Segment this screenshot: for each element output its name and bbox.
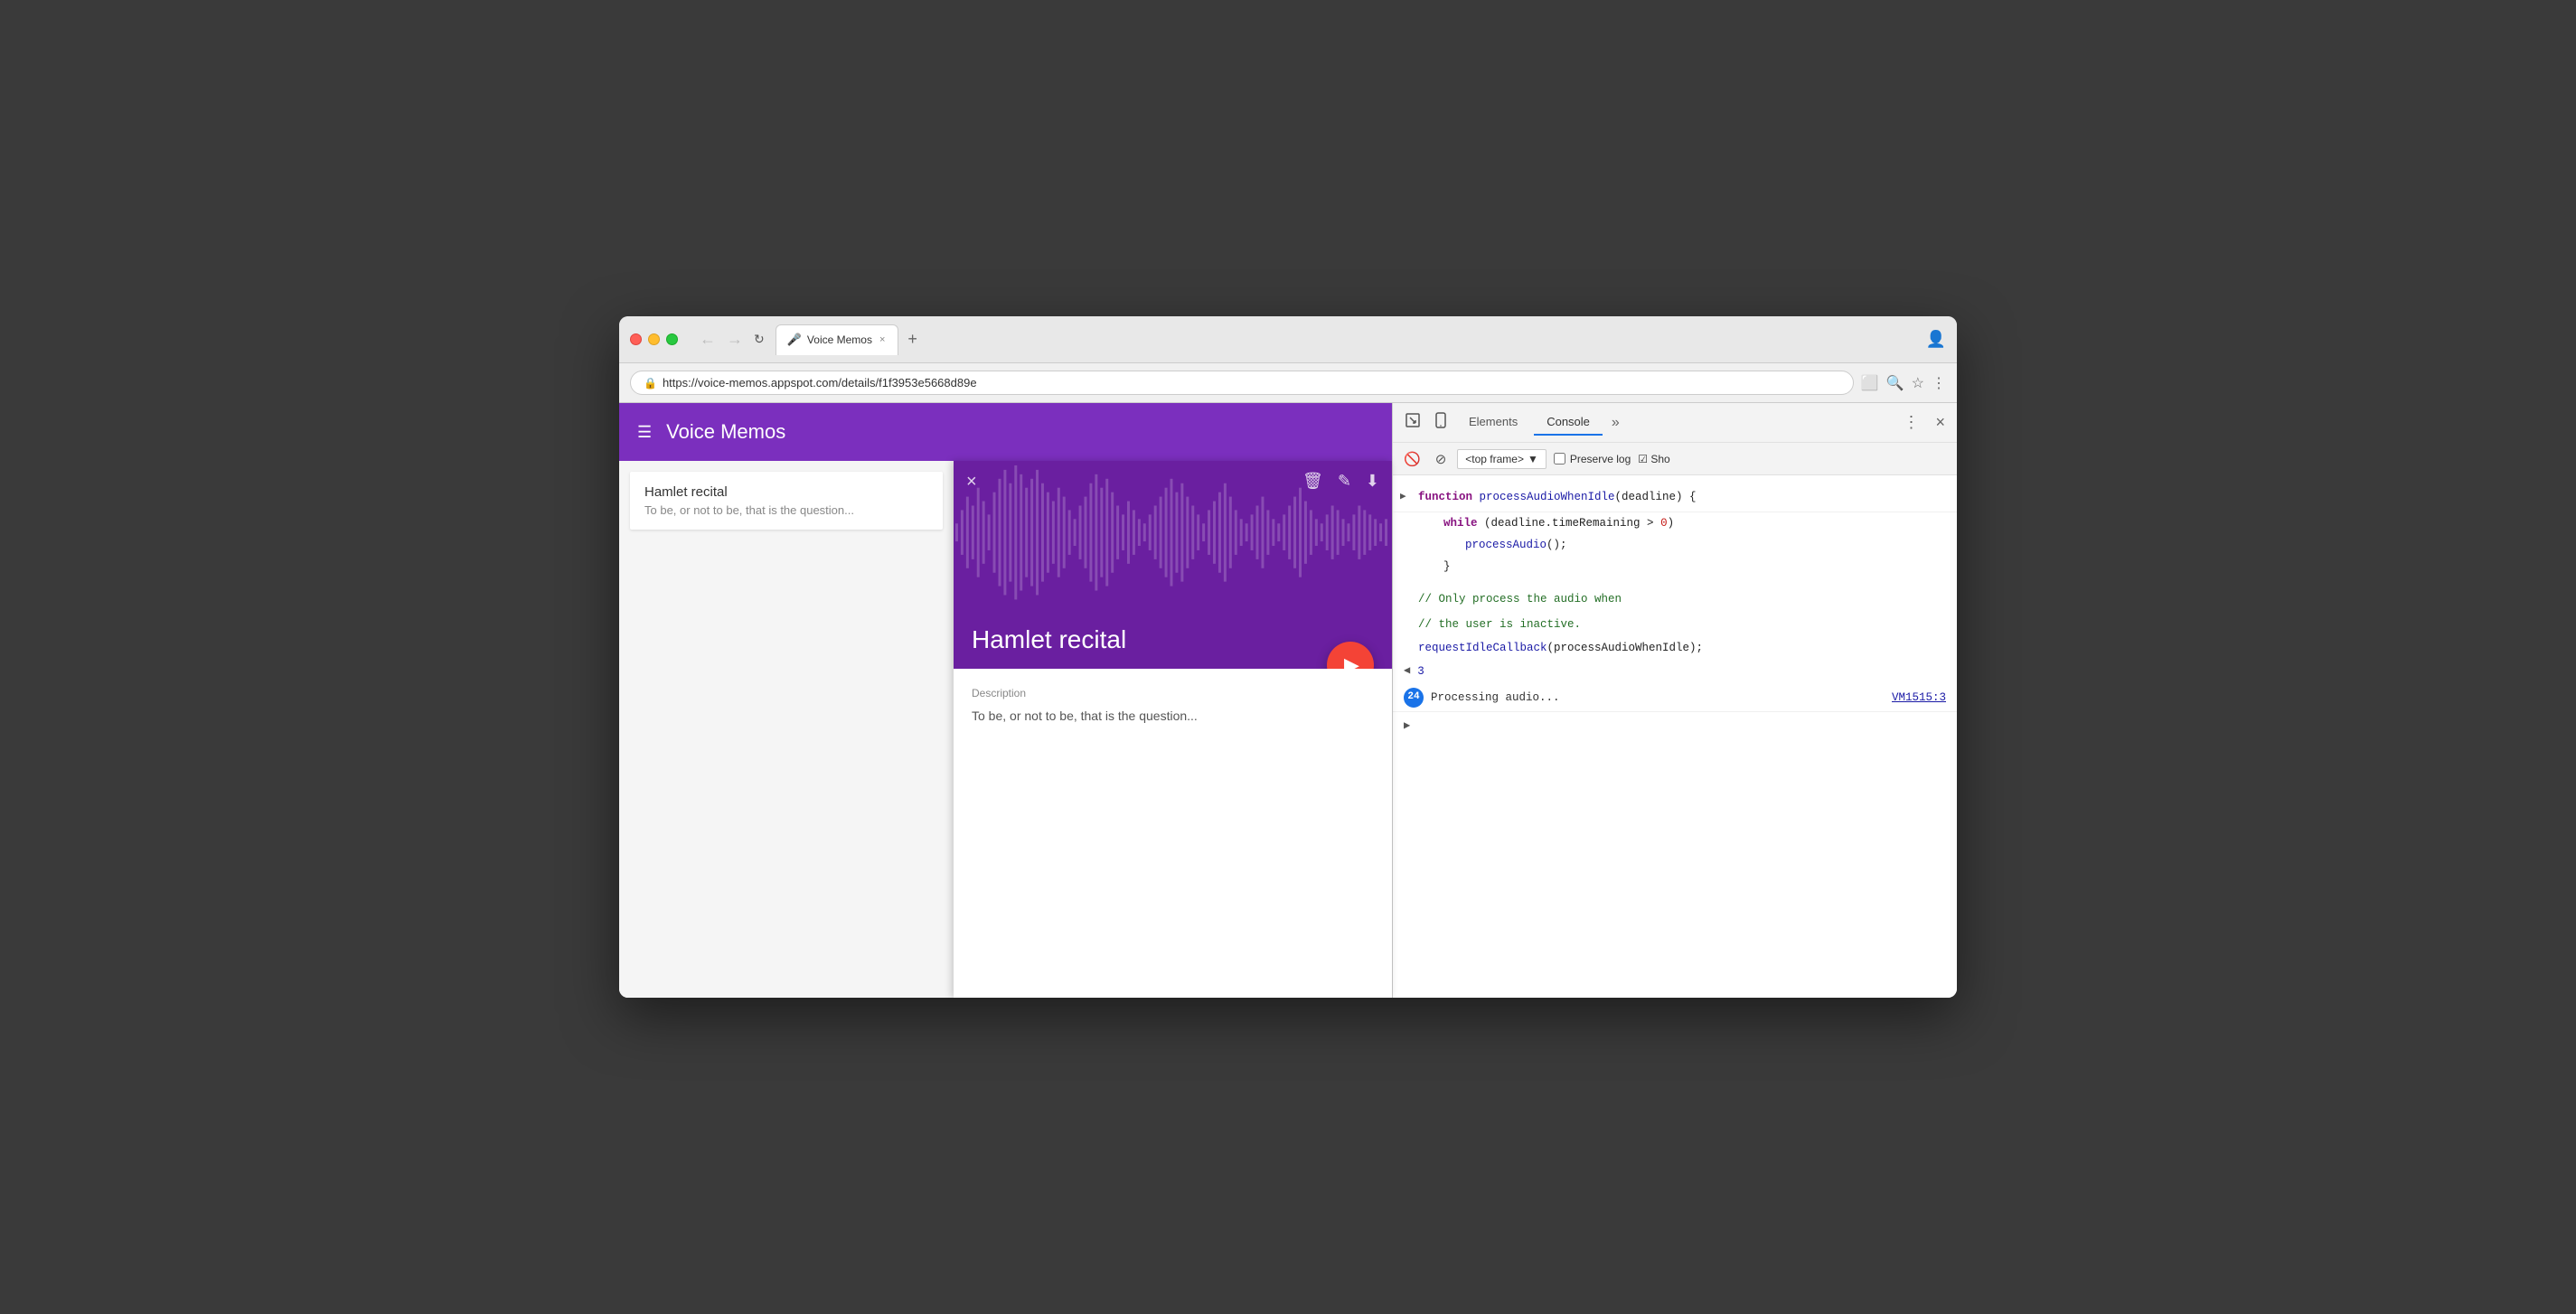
description-label: Description xyxy=(972,687,1374,699)
process-audio-call: processAudio xyxy=(1465,539,1547,551)
result-arrow-icon: ◀ xyxy=(1404,662,1410,680)
console-output: ▶ function processAudioWhenIdle(deadline… xyxy=(1393,475,1957,998)
clear-console-button[interactable]: 🚫 xyxy=(1400,449,1424,469)
nav-buttons: ← → ↻ xyxy=(696,328,768,351)
code-while: while (deadline.timeRemaining > 0) xyxy=(1393,512,1957,534)
result-line: ◀ 3 xyxy=(1393,659,1957,684)
devtools-panel: Elements Console » ⋮ × 🚫 ⊘ <top frame> ▼ xyxy=(1392,403,1957,998)
preserve-log-text: Preserve log xyxy=(1570,453,1631,465)
secure-lock-icon: 🔒 xyxy=(644,377,657,390)
back-button[interactable]: ← xyxy=(696,328,719,351)
result-value: 3 xyxy=(1417,662,1424,680)
keyword-function: function xyxy=(1418,491,1480,503)
devtools-tab-elements[interactable]: Elements xyxy=(1456,409,1530,436)
detail-body: Description To be, or not to be, that is… xyxy=(954,669,1392,998)
detail-title: Hamlet recital xyxy=(972,625,1374,654)
while-close: ) xyxy=(1668,517,1675,530)
address-actions: ⬜ 🔍 ☆ ⋮ xyxy=(1861,374,1946,392)
tab-bar: 🎤 Voice Memos × + xyxy=(776,324,1919,355)
mobile-toggle-button[interactable] xyxy=(1429,410,1453,435)
code-spacer xyxy=(1393,577,1957,587)
function-name: processAudioWhenIdle xyxy=(1480,491,1615,503)
browser-window: ← → ↻ 🎤 Voice Memos × + 👤 🔒 https://voic… xyxy=(619,316,1957,998)
keyword-while: while xyxy=(1443,517,1484,530)
user-profile-icon[interactable]: 👤 xyxy=(1926,330,1946,349)
tab-favicon: 🎤 xyxy=(787,333,802,347)
show-label: ☑ Sho xyxy=(1638,453,1669,465)
devtools-settings-button[interactable]: ⋮ xyxy=(1898,411,1923,434)
top-frame-selector[interactable]: <top frame> ▼ xyxy=(1457,449,1547,469)
comment-line-1: // Only process the audio when xyxy=(1393,587,1957,612)
code-request-idle: requestIdleCallback(processAudioWhenIdle… xyxy=(1393,637,1957,659)
processing-text: Processing audio... xyxy=(1431,689,1560,707)
code-function-def: ▶ function processAudioWhenIdle(deadline… xyxy=(1393,483,1957,512)
title-bar: ← → ↻ 🎤 Voice Memos × + 👤 xyxy=(619,316,1957,363)
app-header: ☰ Voice Memos xyxy=(619,403,1392,461)
console-prompt: ▶ xyxy=(1393,712,1957,740)
address-bar: 🔒 https://voice-memos.appspot.com/detail… xyxy=(619,363,1957,403)
sidebar: Hamlet recital To be, or not to be, that… xyxy=(619,461,954,998)
number-zero: 0 xyxy=(1660,517,1668,530)
prompt-arrow-icon: ▶ xyxy=(1404,718,1410,735)
screenshot-icon[interactable]: ⬜ xyxy=(1861,374,1879,392)
top-frame-label: <top frame> xyxy=(1465,453,1524,465)
tab-title: Voice Memos xyxy=(807,333,872,346)
request-idle-arg: (processAudioWhenIdle); xyxy=(1547,642,1704,654)
filter-button[interactable]: ⊘ xyxy=(1432,449,1451,469)
memo-list-item[interactable]: Hamlet recital To be, or not to be, that… xyxy=(630,472,943,530)
devtools-right-icons: ⋮ × xyxy=(1898,411,1950,434)
function-params: (deadline) { xyxy=(1615,491,1697,503)
inspect-element-button[interactable] xyxy=(1400,410,1425,435)
traffic-lights xyxy=(630,333,678,345)
preserve-log-checkbox[interactable] xyxy=(1554,453,1565,465)
devtools-toolbar: Elements Console » ⋮ × xyxy=(1393,403,1957,443)
maximize-button[interactable] xyxy=(666,333,678,345)
description-text: To be, or not to be, that is the questio… xyxy=(972,709,1374,723)
search-icon[interactable]: 🔍 xyxy=(1886,374,1904,392)
console-toolbar: 🚫 ⊘ <top frame> ▼ Preserve log ☑ Sho xyxy=(1393,443,1957,475)
call-parens: (); xyxy=(1547,539,1567,551)
url-text: https://voice-memos.appspot.com/details/… xyxy=(663,376,977,390)
url-input[interactable]: 🔒 https://voice-memos.appspot.com/detail… xyxy=(630,371,1854,395)
active-tab[interactable]: 🎤 Voice Memos × xyxy=(776,324,899,355)
devtools-close-button[interactable]: × xyxy=(1931,411,1950,434)
app-body: Hamlet recital To be, or not to be, that… xyxy=(619,461,1392,998)
brace-close: } xyxy=(1443,560,1451,573)
output-line: 24 Processing audio... VM1515:3 xyxy=(1393,684,1957,712)
dropdown-arrow-icon: ▼ xyxy=(1528,453,1538,465)
vm-location-link[interactable]: VM1515:3 xyxy=(1892,689,1946,707)
forward-button[interactable]: → xyxy=(723,328,747,351)
request-idle-call: requestIdleCallback xyxy=(1418,642,1547,654)
audio-waveform xyxy=(954,461,1392,604)
new-tab-button[interactable]: + xyxy=(902,328,923,351)
code-process-audio: processAudio(); xyxy=(1393,534,1957,556)
memo-title: Hamlet recital xyxy=(644,484,928,500)
minimize-button[interactable] xyxy=(648,333,660,345)
refresh-button[interactable]: ↻ xyxy=(750,328,768,351)
devtools-tab-console[interactable]: Console xyxy=(1534,409,1603,436)
devtools-more-tabs[interactable]: » xyxy=(1606,411,1625,435)
code-close-while: } xyxy=(1393,556,1957,577)
main-content: ☰ Voice Memos Hamlet recital To be, or n… xyxy=(619,403,1957,998)
app-title: Voice Memos xyxy=(666,420,785,444)
memo-description: To be, or not to be, that is the questio… xyxy=(644,503,928,517)
hamburger-menu-icon[interactable]: ☰ xyxy=(637,423,652,442)
tab-close-button[interactable]: × xyxy=(878,334,887,345)
close-button[interactable] xyxy=(630,333,642,345)
comment-line-2: // the user is inactive. xyxy=(1393,612,1957,637)
preserve-log-checkbox-label[interactable]: Preserve log xyxy=(1554,453,1631,465)
play-icon: ▶ xyxy=(1344,653,1359,669)
detail-panel: × 🗑 ✎ ⬇ xyxy=(954,461,1392,998)
count-badge: 24 xyxy=(1404,688,1424,708)
expand-arrow-icon[interactable]: ▶ xyxy=(1400,490,1406,506)
menu-icon[interactable]: ⋮ xyxy=(1932,374,1946,392)
bookmark-icon[interactable]: ☆ xyxy=(1912,374,1924,392)
app-area: ☰ Voice Memos Hamlet recital To be, or n… xyxy=(619,403,1392,998)
while-cond: (deadline.timeRemaining > xyxy=(1484,517,1660,530)
detail-header: × 🗑 ✎ ⬇ xyxy=(954,461,1392,669)
